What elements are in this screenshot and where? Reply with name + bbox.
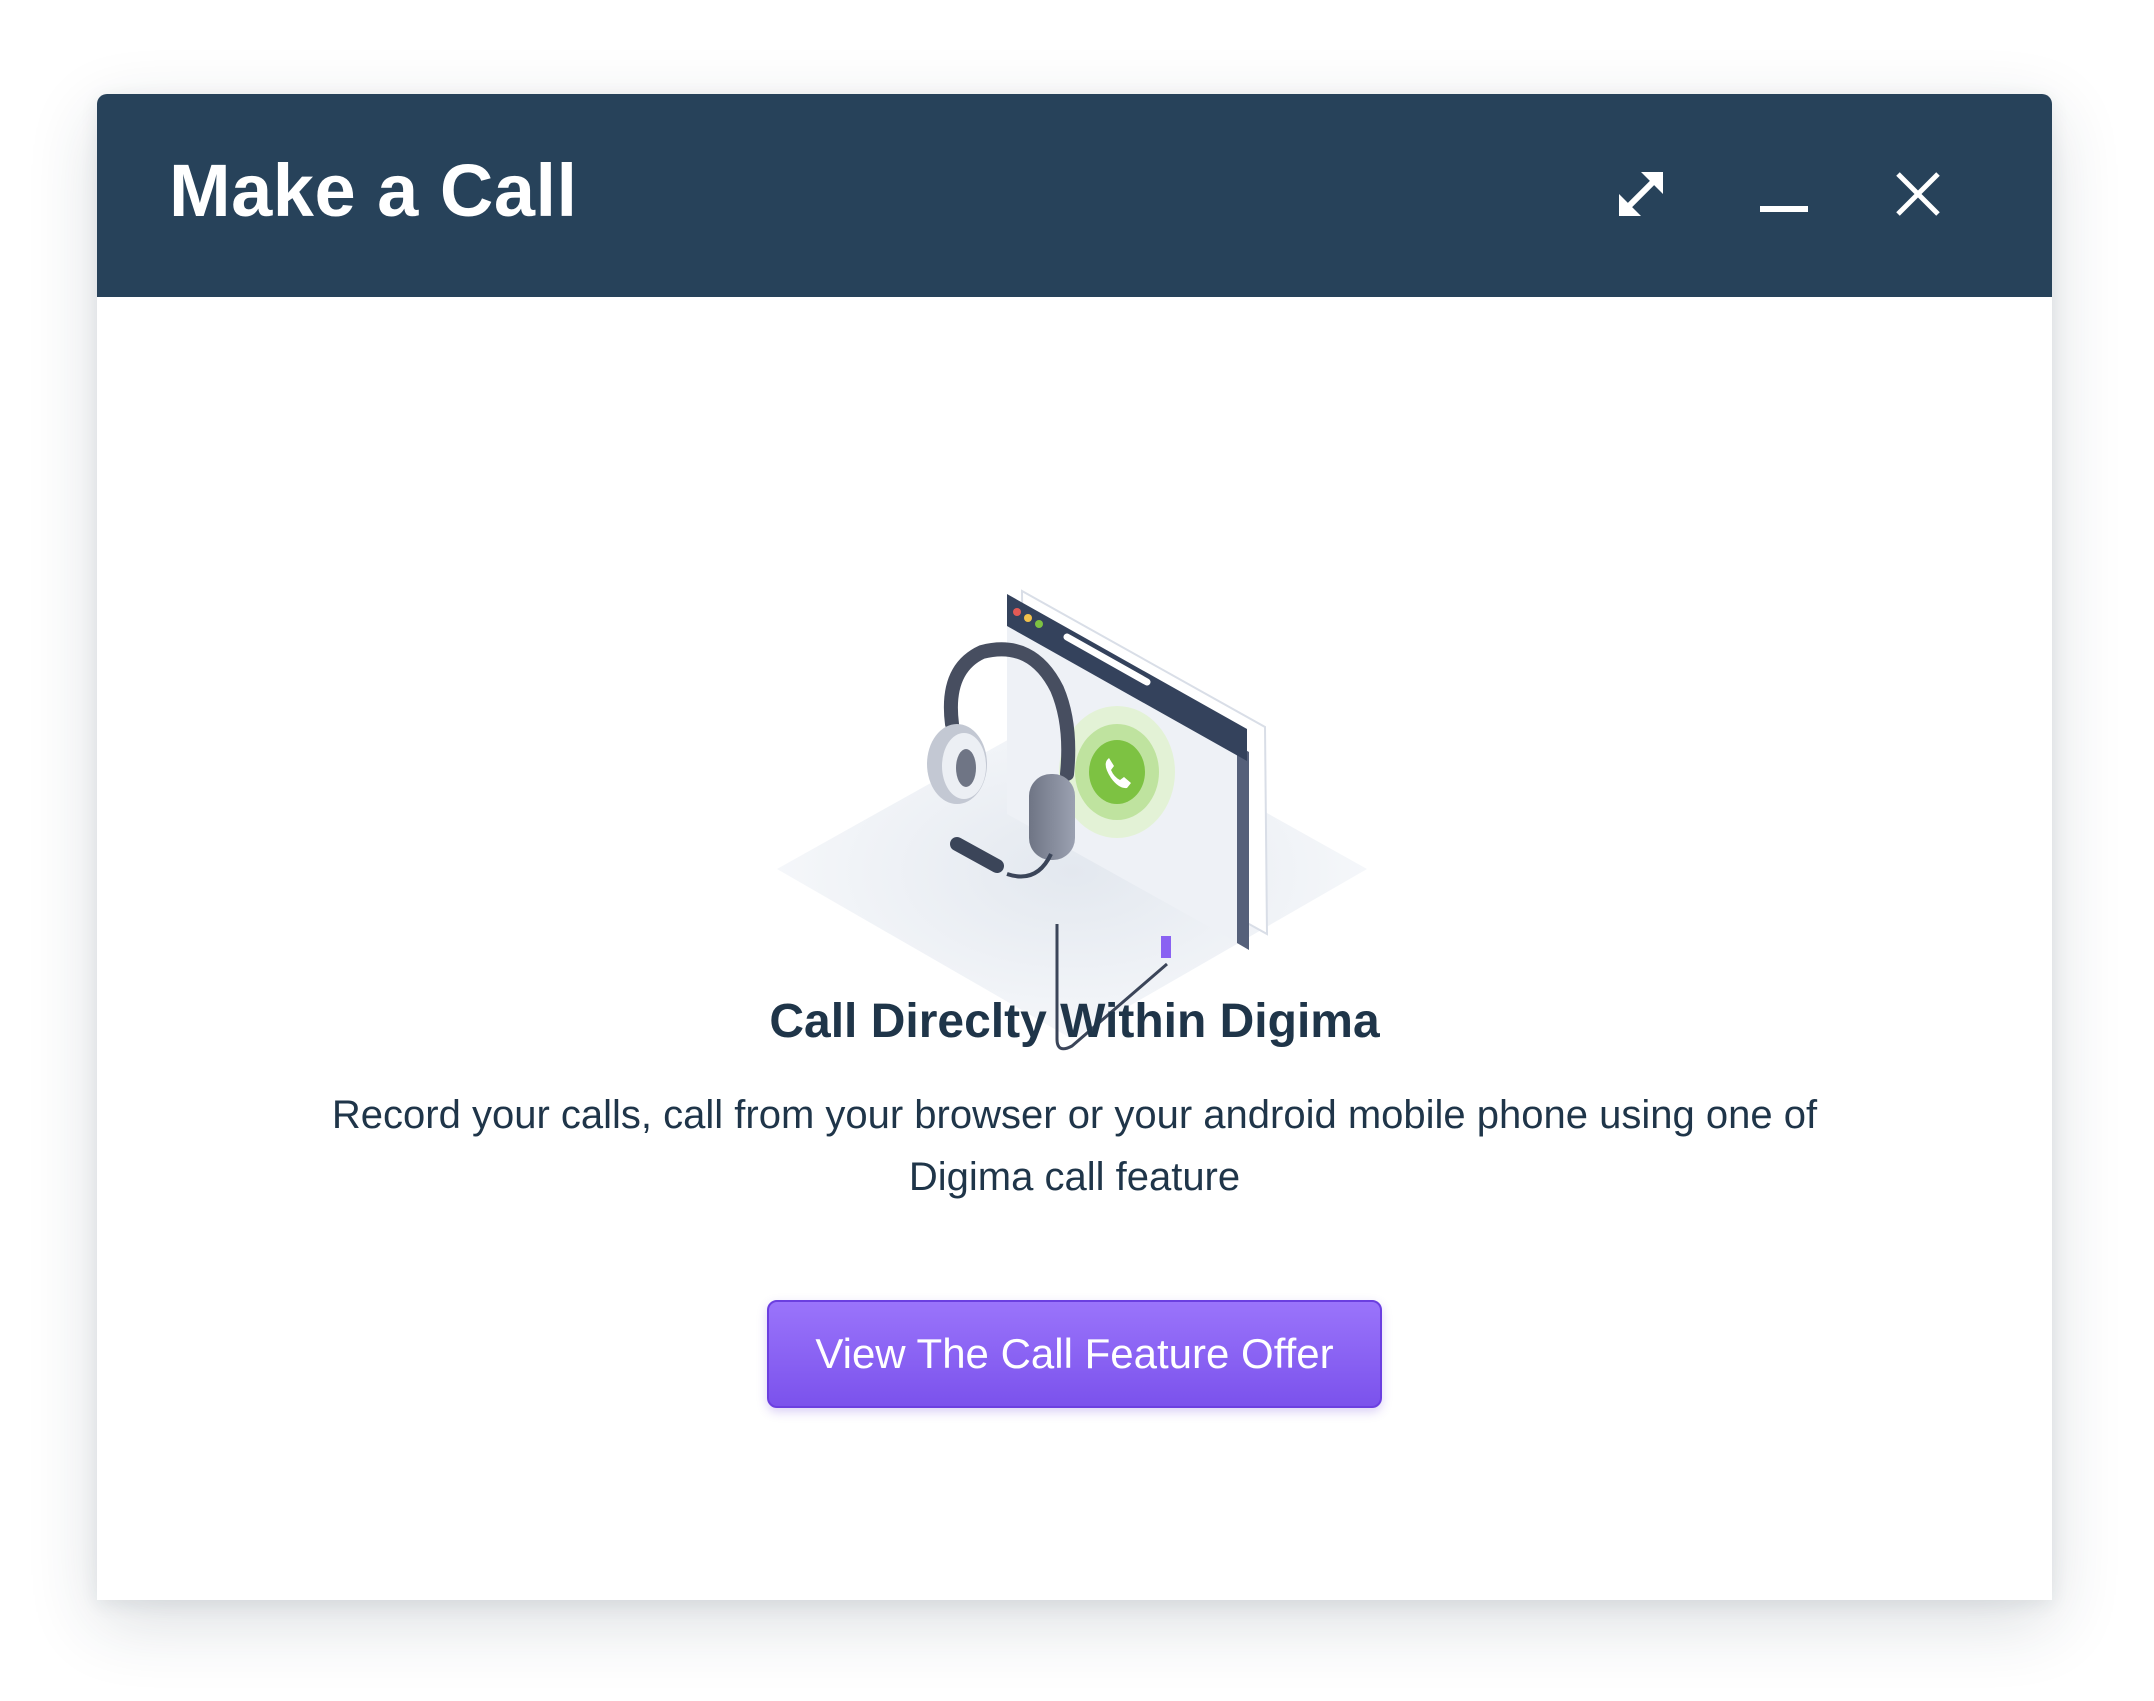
minimize-icon bbox=[1760, 206, 1808, 212]
feature-description: Record your calls, call from your browse… bbox=[331, 1093, 1818, 1199]
headset-browser-call-illustration bbox=[777, 589, 1367, 1051]
dialog-header: Make a Call bbox=[97, 94, 2052, 297]
minimize-button[interactable] bbox=[1744, 154, 1824, 234]
make-a-call-dialog: Make a Call Call Direclty Within Digima … bbox=[97, 94, 2052, 1600]
close-x-icon bbox=[1896, 172, 1940, 216]
expand-button[interactable] bbox=[1601, 154, 1681, 234]
view-call-feature-offer-button[interactable]: View The Call Feature Offer bbox=[767, 1300, 1382, 1408]
feature-heading: Call Direclty Within Digima bbox=[769, 995, 1380, 1048]
close-button[interactable] bbox=[1878, 154, 1958, 234]
dialog-title: Make a Call bbox=[169, 149, 578, 232]
expand-arrows-icon bbox=[1618, 171, 1664, 217]
